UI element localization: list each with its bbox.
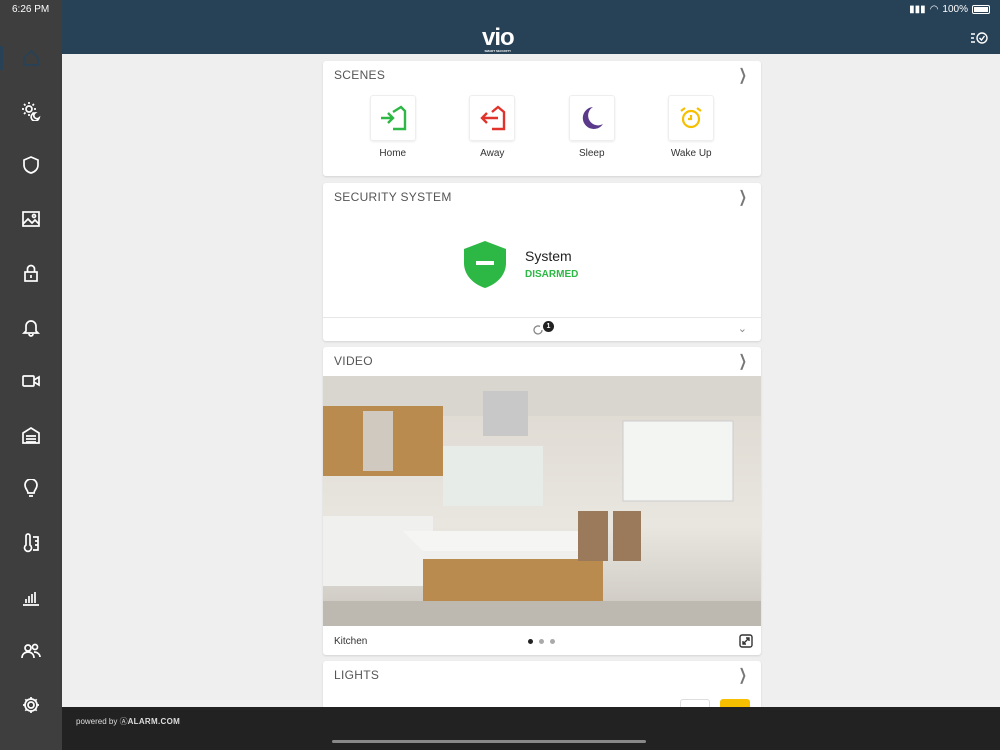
camera-feed[interactable]	[323, 376, 761, 626]
bell-icon	[21, 320, 41, 337]
expand-icon[interactable]	[739, 634, 753, 648]
carousel-dots[interactable]	[528, 639, 555, 644]
sun-moon-icon	[22, 102, 41, 121]
notification-badge: 1	[543, 321, 554, 332]
vio-logo: vio SMART SECURITY	[482, 24, 515, 53]
security-card: SECURITY SYSTEM ❯ System DISARMED 1 ⌄	[323, 183, 761, 341]
sidebar-item-thermostat[interactable]	[0, 523, 62, 563]
gear-icon	[23, 697, 39, 713]
chart-icon	[23, 592, 39, 606]
sidebar-item-home[interactable]	[0, 38, 62, 78]
chevron-right-icon[interactable]: ❯	[739, 187, 747, 207]
home-arrive-icon	[380, 105, 406, 131]
status-time: 6:26 PM	[12, 4, 50, 15]
bulb-icon	[24, 479, 38, 497]
thermostat-icon	[23, 533, 39, 553]
wifi-icon: ◠	[929, 4, 939, 15]
sidebar-item-images[interactable]	[0, 199, 62, 239]
sidebar-item-scenes[interactable]	[0, 91, 62, 131]
lights-title: LIGHTS	[334, 668, 380, 682]
scenes-title: SCENES	[334, 68, 386, 82]
sidebar-item-notifications[interactable]	[0, 307, 62, 347]
sidebar-item-video[interactable]	[0, 361, 62, 401]
status-bar: ▮▮▮ ◠ 100%	[909, 4, 990, 15]
shield-disarmed-icon	[464, 241, 506, 288]
footer: powered by ⒶALARM.COM	[62, 707, 1000, 750]
alarm-com-logo: ⒶALARM.COM	[119, 717, 181, 726]
home-icon	[23, 49, 39, 66]
chevron-right-icon[interactable]: ❯	[739, 65, 747, 85]
scenes-card: SCENES ❯ Home Away Sleep Wake Up	[323, 61, 761, 176]
chevron-right-icon[interactable]: ❯	[739, 665, 747, 685]
status-badge: DISARMED	[525, 269, 579, 280]
video-title: VIDEO	[334, 354, 373, 368]
alarm-clock-icon	[680, 107, 702, 129]
scene-sleep[interactable]: Sleep	[557, 95, 627, 159]
chevron-down-icon[interactable]: ⌄	[738, 322, 747, 335]
video-card: VIDEO ❯ Kitchen	[323, 347, 761, 655]
battery-icon	[972, 5, 990, 14]
home-leave-icon	[480, 105, 506, 131]
moon-icon	[582, 107, 603, 129]
image-icon	[22, 211, 40, 227]
checklist-icon[interactable]	[970, 30, 988, 46]
sidebar-item-security[interactable]	[0, 145, 62, 185]
home-indicator[interactable]	[332, 740, 646, 743]
sidebar-item-locks[interactable]	[0, 253, 62, 293]
camera-name: Kitchen	[334, 635, 368, 647]
powered-by: powered by ⒶALARM.COM	[76, 717, 181, 726]
chevron-right-icon[interactable]: ❯	[739, 351, 747, 371]
garage-icon	[22, 426, 40, 444]
battery-label: 100%	[942, 4, 968, 15]
system-status[interactable]: System DISARMED	[463, 240, 578, 288]
lock-icon	[24, 264, 38, 282]
top-bar: ▮▮▮ ◠ 100% vio SMART SECURITY	[62, 0, 1000, 54]
scene-away[interactable]: Away	[457, 95, 527, 159]
camera-icon	[22, 375, 40, 387]
signal-icon: ▮▮▮	[909, 4, 926, 15]
sidebar-item-settings[interactable]	[0, 685, 62, 725]
users-icon	[21, 643, 41, 659]
scene-home[interactable]: Home	[358, 95, 428, 159]
scene-wake-up[interactable]: Wake Up	[656, 95, 726, 159]
sidebar-item-lights[interactable]	[0, 469, 62, 509]
sidebar-item-garage[interactable]	[0, 415, 62, 455]
sidebar-item-users[interactable]	[0, 631, 62, 671]
sidebar-item-energy[interactable]	[0, 577, 62, 617]
security-title: SECURITY SYSTEM	[334, 190, 452, 204]
sidebar: 6:26 PM	[0, 0, 62, 750]
shield-icon	[23, 156, 39, 174]
